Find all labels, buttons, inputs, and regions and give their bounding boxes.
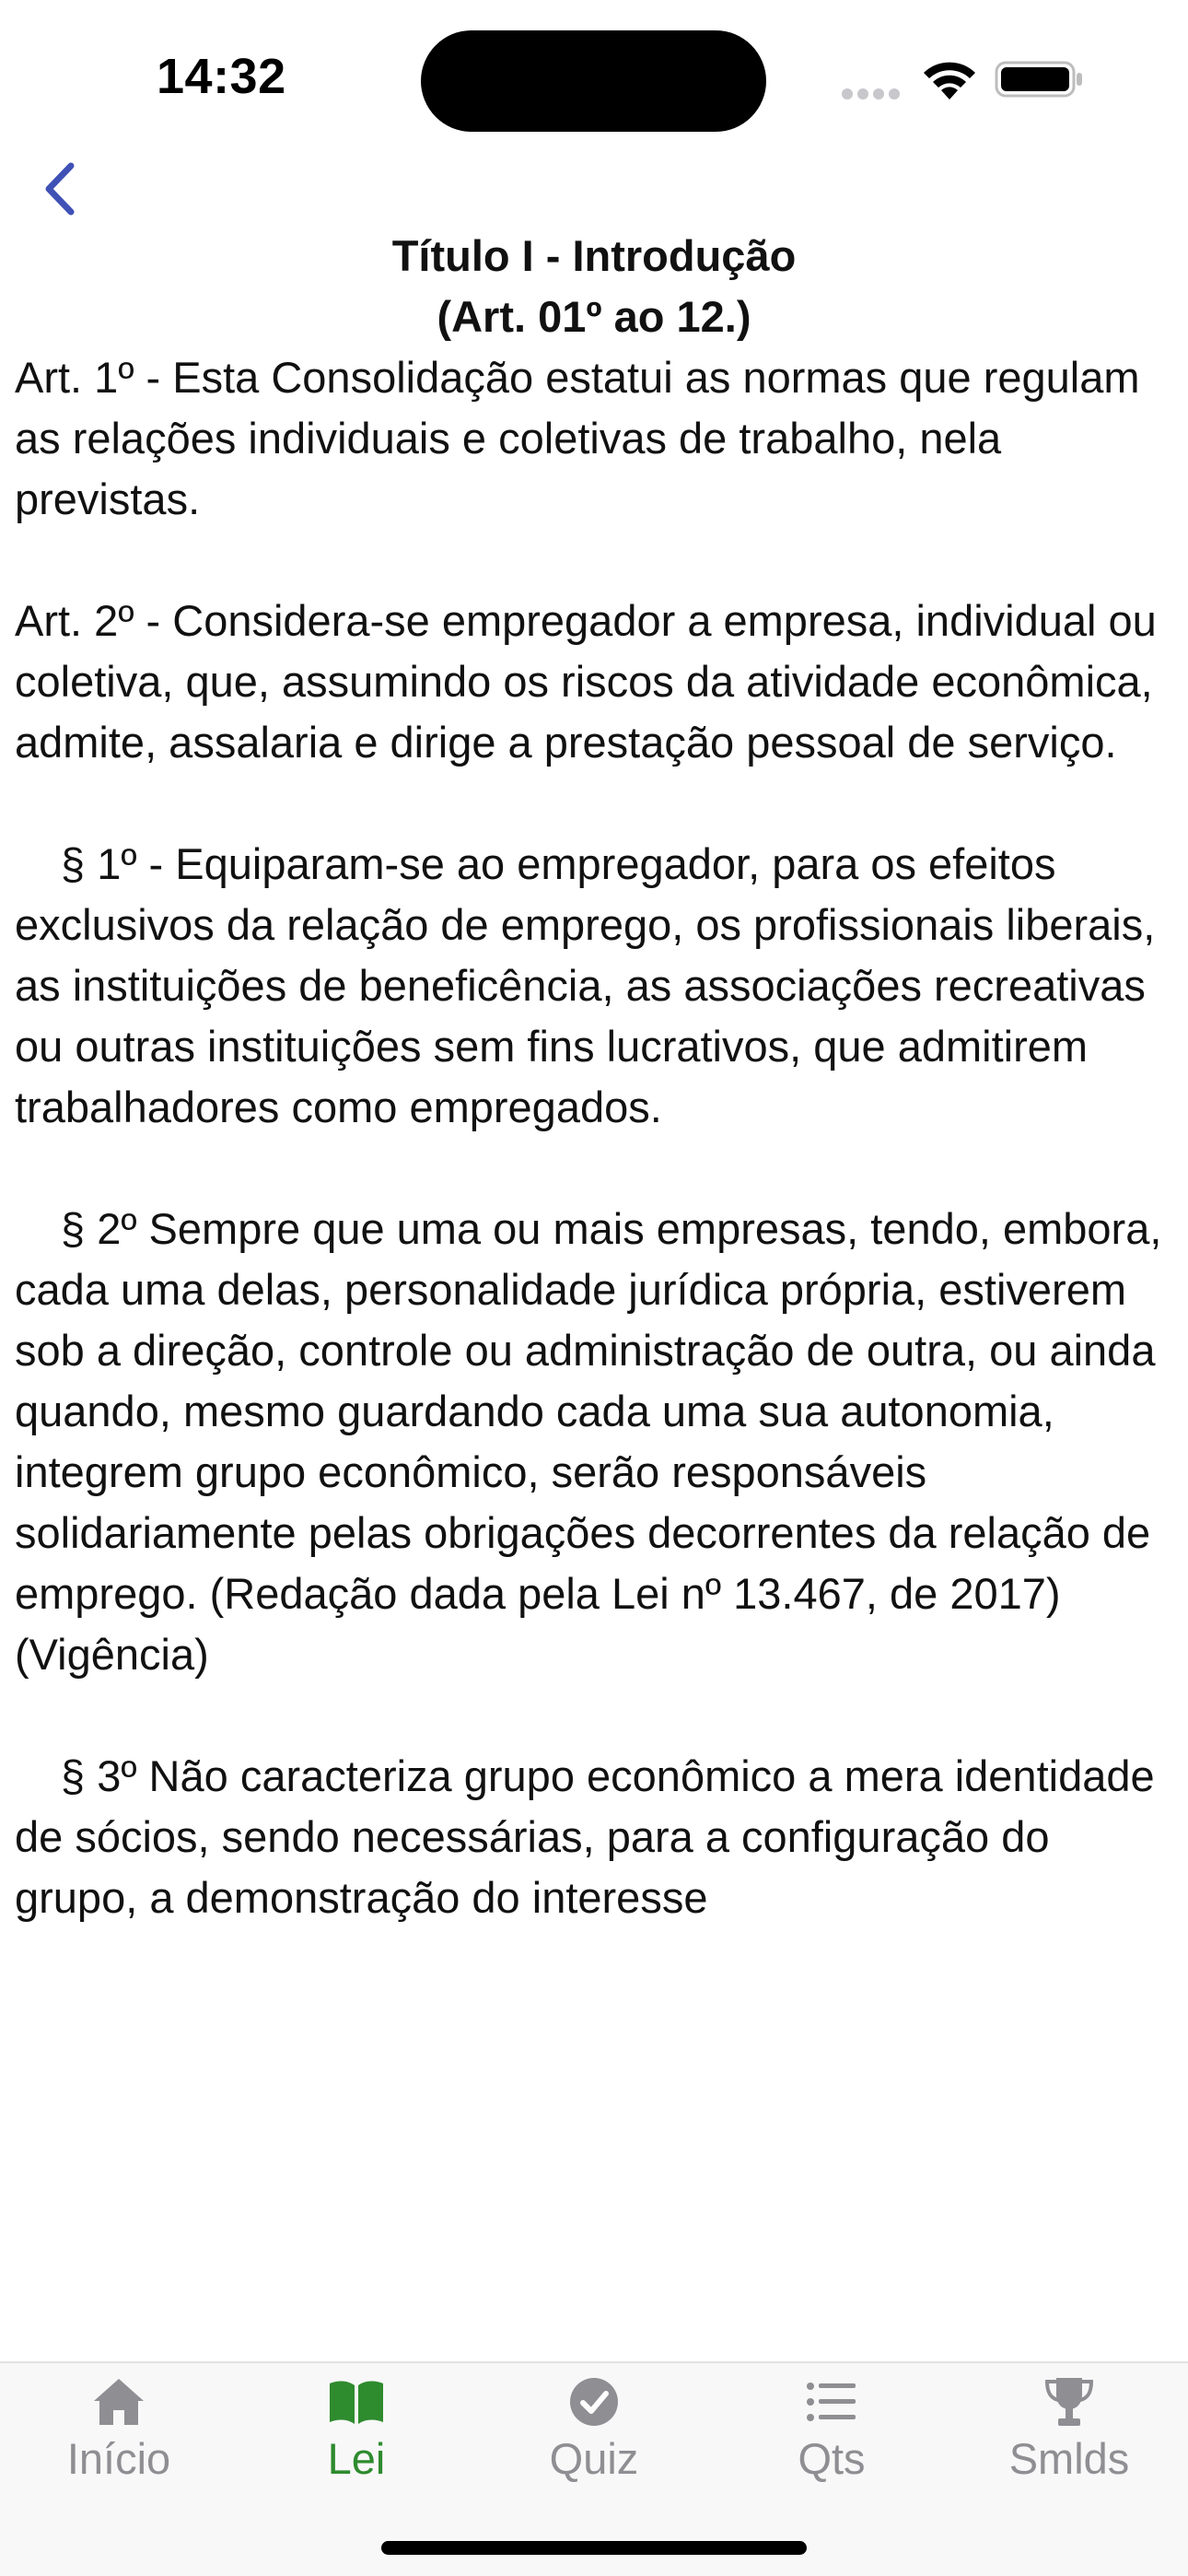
dynamic-island (421, 30, 766, 132)
tab-qts[interactable]: Qts (713, 2363, 950, 2511)
tab-lei[interactable]: Lei (238, 2363, 475, 2511)
list-icon (807, 2383, 856, 2421)
tab-label: Início (66, 2434, 171, 2483)
checkmark-circle-icon (570, 2378, 618, 2426)
article-1: Art. 1º - Esta Consolidação estatui as n… (15, 353, 1152, 523)
tab-label: Quiz (549, 2434, 639, 2483)
tab-smlds[interactable]: Smlds (950, 2363, 1188, 2511)
home-indicator[interactable] (381, 2541, 807, 2555)
article-2-paragraph-2: § 2º Sempre que uma ou mais empresas, te… (15, 1204, 1174, 1679)
cellular-signal-icon (842, 88, 900, 100)
home-icon (94, 2379, 144, 2425)
law-text: Art. 1º - Esta Consolidação estatui as n… (0, 347, 1188, 1928)
section-title: Título I - Introdução (391, 231, 797, 280)
section-header: Título I - Introdução (Art. 01º ao 12.) (0, 226, 1188, 347)
tab-inicio[interactable]: Início (0, 2363, 238, 2511)
article-2-paragraph-3: § 3º Não caracteriza grupo econômico a m… (15, 1751, 1167, 1922)
back-button[interactable] (18, 147, 101, 230)
book-icon (330, 2381, 383, 2424)
article-2-paragraph-1: § 1º - Equiparam-se ao empregador, para … (15, 839, 1168, 1131)
tab-label: Qts (798, 2434, 866, 2483)
article-2: Art. 2º - Considera-se empregador a empr… (15, 596, 1169, 767)
trophy-icon (1044, 2378, 1094, 2426)
section-subtitle: (Art. 01º ao 12.) (437, 292, 751, 341)
status-bar: 14:32 (0, 0, 1188, 157)
screen: 14:32 Título I - Introdução (Art. 01º ao (0, 0, 1188, 2576)
law-content[interactable]: Título I - Introdução (Art. 01º ao 12.) … (0, 226, 1188, 2041)
status-time: 14:32 (157, 49, 286, 104)
wifi-icon (924, 62, 975, 100)
tab-quiz[interactable]: Quiz (475, 2363, 713, 2511)
tab-label: Lei (327, 2434, 386, 2483)
chevron-left-icon (45, 162, 75, 216)
tab-label: Smlds (1008, 2434, 1130, 2483)
battery-icon (995, 61, 1082, 98)
